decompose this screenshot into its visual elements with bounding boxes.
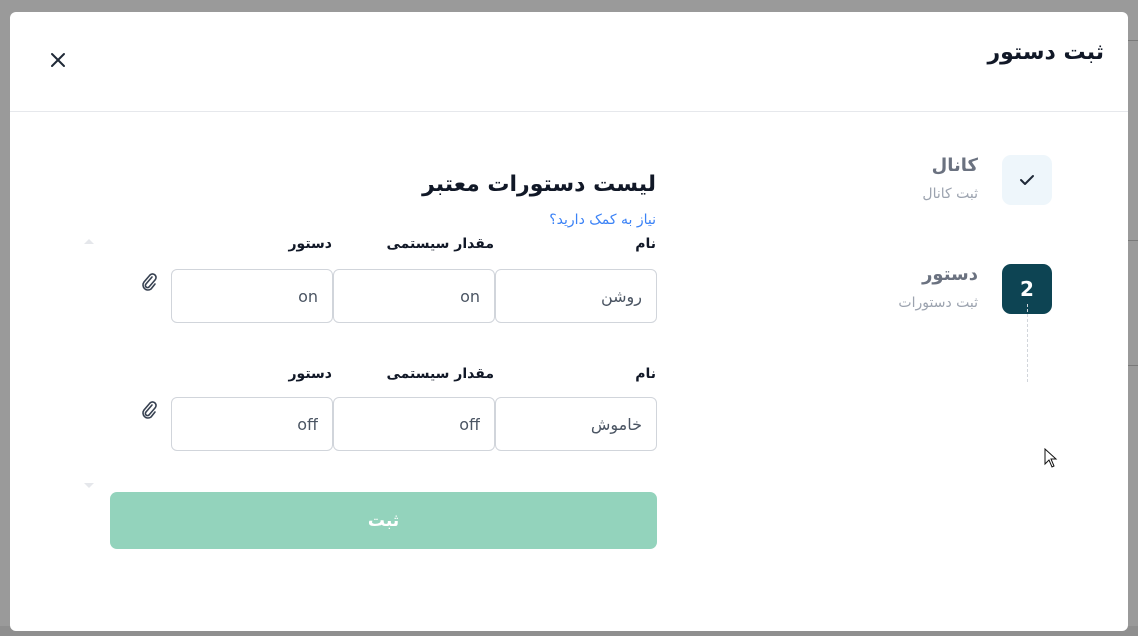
step-done-indicator: [1002, 155, 1052, 205]
step-subtitle: ثبت کانال: [922, 186, 978, 202]
command-label: دستور: [288, 236, 332, 252]
system-value-input[interactable]: [333, 269, 495, 323]
check-icon: [1020, 175, 1034, 185]
paperclip-icon[interactable]: [140, 272, 158, 292]
command-input[interactable]: [171, 269, 333, 323]
system-value-label: مقدار سیستمی: [386, 236, 494, 252]
modal-header: ثبت دستور: [10, 12, 1128, 112]
form-title: لیست دستورات معتبر: [422, 172, 656, 197]
name-input[interactable]: [495, 397, 657, 451]
mouse-cursor-icon: [1044, 448, 1058, 468]
modal-title: ثبت دستور: [987, 40, 1104, 65]
step-command[interactable]: 2 دستور ثبت دستورات: [812, 264, 1052, 324]
name-label: نام: [635, 366, 656, 382]
step-title: دستور: [922, 264, 978, 285]
system-value-label: مقدار سیستمی: [386, 366, 494, 382]
submit-button[interactable]: ثبت: [110, 492, 657, 549]
command-label: دستور: [288, 366, 332, 382]
system-value-input[interactable]: [333, 397, 495, 451]
scroll-up-arrow[interactable]: [84, 239, 94, 244]
help-link[interactable]: نیاز به کمک دارید؟: [549, 212, 656, 228]
step-title: کانال: [931, 155, 978, 176]
command-input[interactable]: [171, 397, 333, 451]
step-channel[interactable]: کانال ثبت کانال: [812, 155, 1052, 215]
close-button[interactable]: [48, 50, 68, 70]
close-icon: [51, 53, 65, 67]
step-subtitle: ثبت دستورات: [898, 295, 978, 311]
paperclip-icon[interactable]: [140, 400, 158, 420]
name-input[interactable]: [495, 269, 657, 323]
add-command-modal: ثبت دستور کانال ثبت کانال 2 دستور ثبت دس…: [10, 12, 1128, 631]
scroll-down-arrow[interactable]: [84, 483, 94, 488]
name-label: نام: [635, 236, 656, 252]
step-connector: [1027, 304, 1028, 382]
